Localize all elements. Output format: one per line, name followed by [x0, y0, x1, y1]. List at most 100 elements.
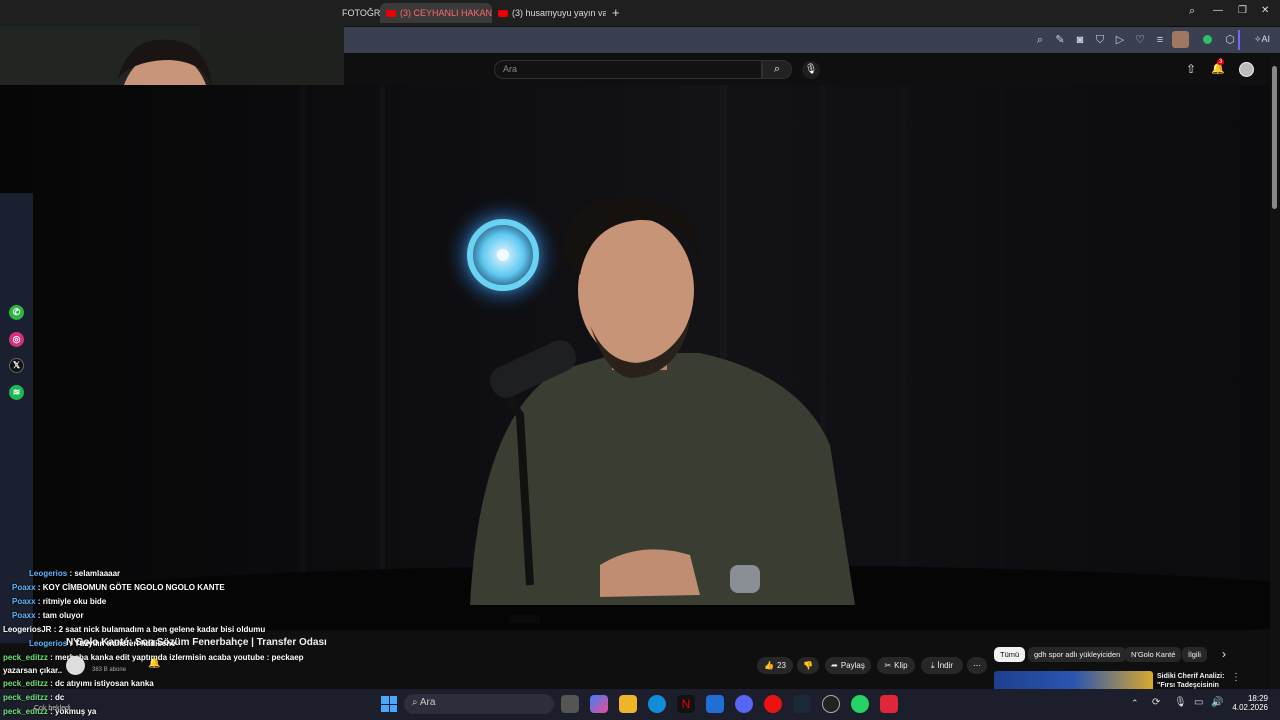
- sync-icon[interactable]: ⟳: [1152, 697, 1160, 708]
- chip-all[interactable]: Tümü: [994, 647, 1026, 662]
- tab-photo[interactable]: FOTOĞRAF: [336, 3, 380, 23]
- download-label: İndir: [937, 661, 954, 670]
- mic-tray-icon[interactable]: 🎙: [1174, 697, 1187, 708]
- download-button[interactable]: ⤓ İndir: [921, 657, 963, 674]
- taskbar-search-input[interactable]: ⌕ Ara: [404, 694, 554, 714]
- discord-icon[interactable]: [735, 695, 753, 713]
- thumbs-up-icon: 👍: [764, 661, 775, 670]
- chat-username: peck_editzz: [3, 679, 48, 688]
- toolbar-divider: [1238, 30, 1240, 50]
- chat-text: : dc atıyımı istiyosan kanka: [47, 679, 154, 688]
- ai-icon: ✧: [1254, 34, 1262, 44]
- bell-icon[interactable]: 🔔: [148, 658, 160, 669]
- chip-related[interactable]: İlgili: [1182, 647, 1207, 662]
- scissors-icon: ✂: [884, 661, 892, 670]
- video-player[interactable]: [0, 85, 1270, 630]
- clip-button[interactable]: ✂ Klip: [877, 657, 915, 674]
- chat-text: : tam oluyor: [35, 611, 84, 620]
- app-icon[interactable]: [880, 695, 898, 713]
- mic-icon[interactable]: 🎙: [802, 61, 820, 79]
- tab-search-icon[interactable]: ⌕: [1189, 5, 1195, 18]
- download-icon: ⤓: [930, 660, 935, 670]
- search-input[interactable]: Ara: [494, 60, 762, 79]
- channel-avatar[interactable]: [66, 656, 85, 675]
- like-button[interactable]: 👍 23: [757, 657, 793, 674]
- search-icon: ⌕: [412, 697, 420, 708]
- chat-message: yazarsan çıkar..: [3, 666, 62, 675]
- cube-icon[interactable]: ⬡: [1223, 33, 1237, 47]
- search-button[interactable]: ⌕: [762, 60, 792, 79]
- chat-message: Poaxx : KOY CİMBOMUN GÖTE NGOLO NGOLO KA…: [3, 583, 225, 592]
- more-actions-button[interactable]: ⋯: [967, 657, 987, 674]
- scrollbar-thumb[interactable]: [1272, 66, 1277, 209]
- task-view-icon[interactable]: [561, 695, 579, 713]
- ai-button[interactable]: ✧AI: [1254, 34, 1270, 45]
- profile-avatar[interactable]: [1172, 31, 1189, 48]
- youtube-icon: [386, 9, 396, 17]
- tab-label: (3) husamyuyu yayın vakti: [512, 8, 606, 18]
- chat-text: : dc: [47, 693, 65, 702]
- play-icon[interactable]: ▷: [1113, 33, 1127, 47]
- recommended-title-line: Sidiki Cherif Analizi:: [1157, 673, 1225, 680]
- recommended-title[interactable]: Sidiki Cherif Analizi: "Fırsı Tadeşcisin…: [1157, 672, 1224, 690]
- opera-icon[interactable]: [764, 695, 782, 713]
- share-button[interactable]: ➦ Paylaş: [825, 657, 871, 674]
- dislike-button[interactable]: 👎: [797, 657, 819, 674]
- chat-username: Poaxx: [12, 611, 36, 620]
- shield-icon[interactable]: ⛉: [1093, 33, 1107, 47]
- extension-icon[interactable]: [1203, 35, 1212, 44]
- chevron-up-icon[interactable]: ⌃: [1131, 698, 1139, 709]
- search-icon[interactable]: ⌕: [1033, 33, 1047, 47]
- edit-icon[interactable]: ✎: [1053, 33, 1067, 47]
- chat-text: : selamlaaaar: [67, 569, 121, 578]
- share-icon: ➦: [831, 661, 838, 670]
- minimize-button[interactable]: —: [1213, 5, 1223, 16]
- heart-icon[interactable]: ♡: [1133, 33, 1147, 47]
- avatar[interactable]: [1239, 62, 1254, 77]
- chat-username: Poaxx: [12, 597, 36, 606]
- instagram-icon: ◎: [9, 332, 24, 347]
- file-explorer-icon[interactable]: [619, 695, 637, 713]
- windows-start-icon[interactable]: [381, 696, 397, 712]
- like-count: 23: [777, 661, 786, 670]
- chat-text: yazarsan çıkar..: [3, 666, 63, 675]
- ai-label: AI: [1261, 34, 1271, 44]
- steam-icon[interactable]: [793, 695, 811, 713]
- camera-icon[interactable]: ◙: [1073, 33, 1087, 47]
- chat-message: peck_editzz : dc atıyımı istiyosan kanka: [3, 679, 154, 688]
- upload-icon[interactable]: ⇧: [1186, 62, 1196, 76]
- new-tab-button[interactable]: +: [612, 5, 620, 20]
- channel-subscribers: 383 B abone: [92, 667, 127, 673]
- menu-icon[interactable]: ≡: [1153, 33, 1167, 47]
- restore-button[interactable]: ❐: [1238, 5, 1247, 16]
- chip-uploader[interactable]: gdh spor adlı yükleyiciden: [1028, 647, 1127, 662]
- chat-overlay-extra: Çok bekledi: [34, 705, 71, 712]
- edge-icon[interactable]: [648, 695, 666, 713]
- copilot-icon[interactable]: [590, 695, 608, 713]
- chat-username: peck_editzz: [3, 693, 48, 702]
- network-icon[interactable]: ▭: [1194, 697, 1203, 708]
- chat-text: : 2 saat nick bulamadım a ben gelene kad…: [51, 625, 266, 634]
- chat-message: peck_editzz : dc: [3, 693, 64, 702]
- chevron-right-icon[interactable]: ›: [1222, 647, 1226, 661]
- tab-ceyhanli-hakan[interactable]: (3) CEYHANLI HAKAN ×: [380, 3, 492, 23]
- chat-message: Poaxx : tam oluyor: [3, 611, 84, 620]
- tab-label: (3) CEYHANLI HAKAN: [400, 8, 492, 18]
- chat-message: Leogerios : selamlaaaar: [3, 569, 120, 578]
- chip-ngolo-kante[interactable]: N'Golo Kanté: [1125, 647, 1182, 662]
- close-window-button[interactable]: ✕: [1261, 5, 1269, 16]
- kebab-menu-icon[interactable]: ⋮: [1231, 672, 1241, 683]
- chat-text: : ritmiyle oku bide: [35, 597, 107, 606]
- taskbar-clock[interactable]: 18:29 4.02.2026: [1224, 694, 1268, 712]
- spotify-icon: ≋: [9, 385, 24, 400]
- tab-husamyuyu[interactable]: (3) husamyuyu yayın vakti: [492, 3, 606, 23]
- volume-icon[interactable]: 🔊: [1211, 697, 1223, 708]
- netflix-icon[interactable]: N: [677, 695, 695, 713]
- mail-icon[interactable]: [706, 695, 724, 713]
- recommended-thumbnail[interactable]: [994, 671, 1153, 689]
- whatsapp-taskbar-icon[interactable]: [851, 695, 869, 713]
- chat-username: LeogeriosJR: [3, 625, 52, 634]
- openai-icon[interactable]: [822, 695, 840, 713]
- x-icon: 𝕏: [9, 358, 24, 373]
- chat-message: LeogeriosJR : 2 saat nick bulamadım a be…: [3, 625, 265, 634]
